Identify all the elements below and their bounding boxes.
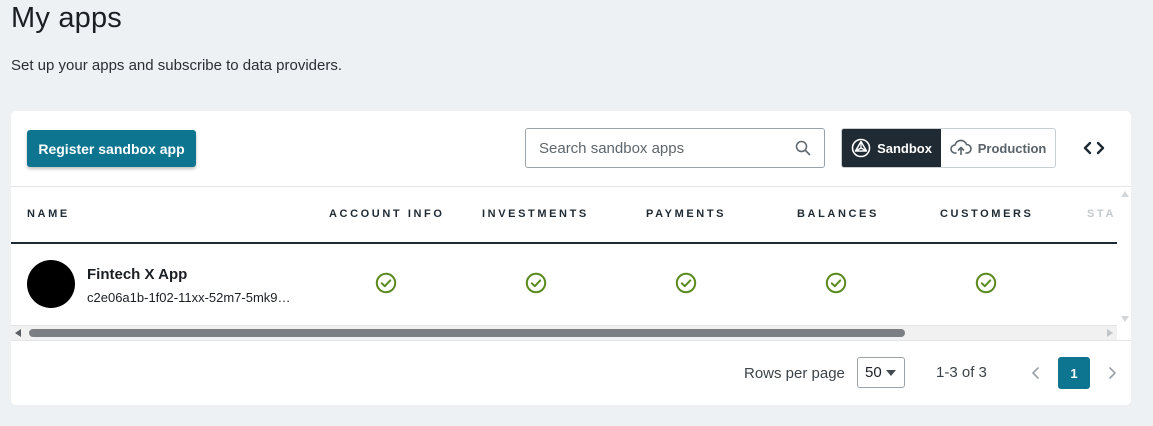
scroll-right-arrow-icon[interactable] bbox=[1107, 329, 1113, 337]
next-page-icon[interactable] bbox=[1106, 366, 1118, 380]
search-icon[interactable] bbox=[795, 140, 811, 156]
column-header-account-info[interactable]: ACCOUNT INFO bbox=[329, 208, 445, 220]
horizontal-scrollbar-thumb[interactable] bbox=[29, 329, 905, 337]
previous-page-icon[interactable] bbox=[1030, 366, 1042, 380]
balances-check-icon bbox=[825, 272, 847, 294]
vertical-scrollbar[interactable] bbox=[1117, 187, 1131, 326]
code-view-icon[interactable] bbox=[1082, 140, 1106, 156]
footer-divider bbox=[11, 340, 1131, 341]
account-info-check-icon bbox=[375, 272, 397, 294]
sandbox-icon bbox=[851, 138, 871, 158]
page-subtitle: Set up your apps and subscribe to data p… bbox=[11, 57, 343, 74]
environment-toggle: Sandbox Production bbox=[841, 128, 1056, 168]
column-header-name[interactable]: NAME bbox=[27, 208, 70, 220]
sandbox-toggle-button[interactable]: Sandbox bbox=[842, 129, 942, 167]
sandbox-label: Sandbox bbox=[877, 140, 932, 156]
rows-per-page-label: Rows per page bbox=[744, 365, 845, 382]
column-header-customers[interactable]: CUSTOMERS bbox=[940, 208, 1033, 220]
app-name[interactable]: Fintech X App bbox=[87, 266, 187, 283]
register-sandbox-app-button[interactable]: Register sandbox app bbox=[27, 130, 196, 167]
column-header-status[interactable]: STA bbox=[1087, 208, 1116, 220]
investments-check-icon bbox=[525, 272, 547, 294]
apps-card: Register sandbox app Sandbox Prod bbox=[11, 111, 1131, 405]
horizontal-scrollbar[interactable] bbox=[11, 326, 1117, 340]
production-toggle-button[interactable]: Production bbox=[941, 129, 1055, 167]
app-id: c2e06a1b-1f02-11xx-52m7-5mk9… bbox=[87, 290, 291, 305]
payments-check-icon bbox=[675, 272, 697, 294]
production-label: Production bbox=[977, 140, 1047, 156]
cloud-upload-icon bbox=[949, 139, 972, 155]
current-page-button[interactable]: 1 bbox=[1058, 357, 1090, 389]
table-row[interactable]: Fintech X App c2e06a1b-1f02-11xx-52m7-5m… bbox=[11, 244, 1117, 326]
scroll-left-arrow-icon[interactable] bbox=[15, 329, 21, 337]
customers-check-icon bbox=[975, 272, 997, 294]
column-header-balances[interactable]: BALANCES bbox=[797, 208, 879, 220]
column-header-investments[interactable]: INVESTMENTS bbox=[482, 208, 589, 220]
scroll-up-arrow-icon[interactable] bbox=[1121, 191, 1129, 197]
app-avatar bbox=[27, 260, 75, 308]
search-box bbox=[525, 128, 825, 168]
search-input[interactable] bbox=[539, 129, 789, 167]
rows-per-page-value: 50 bbox=[865, 364, 882, 381]
page-title: My apps bbox=[11, 2, 122, 34]
scroll-down-arrow-icon[interactable] bbox=[1121, 316, 1129, 322]
rows-per-page-select[interactable]: 50 bbox=[857, 357, 905, 388]
pagination-range: 1-3 of 3 bbox=[936, 364, 987, 381]
caret-down-icon bbox=[886, 370, 896, 376]
table-header: NAME ACCOUNT INFO INVESTMENTS PAYMENTS B… bbox=[11, 187, 1117, 244]
column-header-payments[interactable]: PAYMENTS bbox=[646, 208, 726, 220]
